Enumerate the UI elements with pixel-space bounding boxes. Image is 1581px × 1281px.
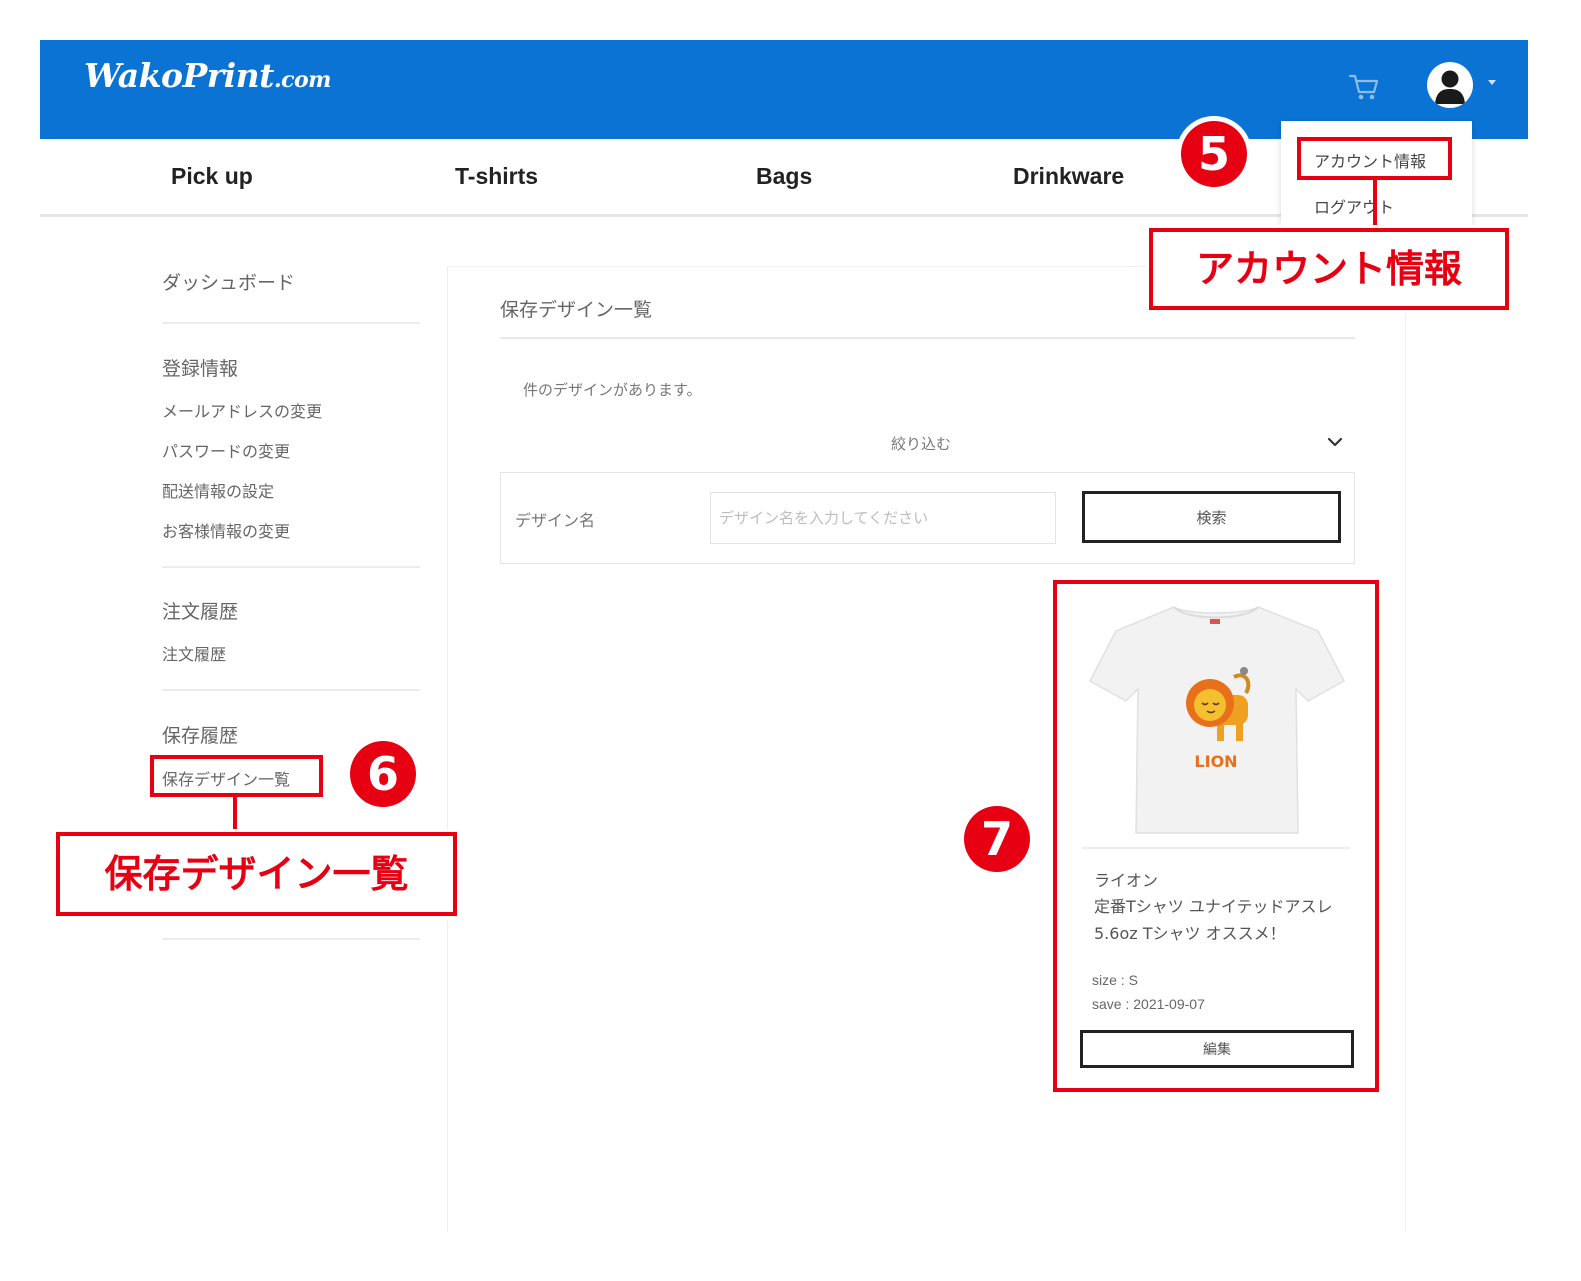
filter-form: デザイン名 検索 (500, 472, 1355, 564)
sidebar-divider (162, 689, 420, 691)
title-divider (500, 337, 1355, 339)
sidebar-item-shipping-settings[interactable]: 配送情報の設定 (162, 478, 274, 502)
sidebar-heading-registration: 登録情報 (162, 358, 239, 380)
step-badge-7: 7 (964, 806, 1030, 872)
sidebar-divider (162, 938, 420, 940)
nav-item-drinkware[interactable]: Drinkware (1013, 163, 1124, 190)
user-avatar-icon[interactable] (1427, 62, 1473, 108)
sidebar-item-password-change[interactable]: パスワードの変更 (162, 438, 290, 462)
sidebar-item-order-history[interactable]: 注文履歴 (162, 641, 226, 665)
sidebar-item-email-change[interactable]: メールアドレスの変更 (162, 398, 322, 422)
search-button[interactable]: 検索 (1082, 491, 1341, 543)
annotation-connector (233, 795, 237, 835)
nav-item-t-shirts[interactable]: T-shirts (455, 163, 538, 190)
logo-text: WakoPrint (84, 56, 274, 95)
chevron-down-icon[interactable] (1488, 80, 1496, 85)
highlight-design-card (1053, 580, 1379, 1092)
step-badge-5: 5 (1181, 121, 1247, 187)
chevron-down-icon[interactable] (1325, 432, 1345, 452)
sidebar-divider (162, 322, 420, 324)
sidebar-item-customer-info[interactable]: お客様情報の変更 (162, 518, 290, 542)
callout-saved-designs: 保存デザイン一覧 (56, 832, 457, 916)
step-badge-6: 6 (350, 741, 416, 807)
page-title: 保存デザイン一覧 (500, 299, 653, 321)
highlight-account-info (1297, 137, 1452, 180)
site-logo[interactable]: WakoPrint.com (84, 56, 331, 95)
sidebar-heading-orders: 注文履歴 (162, 601, 239, 623)
logo-suffix: .com (273, 67, 332, 93)
filter-toggle[interactable]: 絞り込む (891, 433, 951, 454)
design-count-text: 件のデザインがあります。 (523, 381, 702, 399)
cart-icon[interactable] (1347, 70, 1381, 104)
highlight-saved-designs (150, 755, 323, 797)
sidebar-heading-saved: 保存履歴 (162, 725, 239, 747)
design-name-label: デザイン名 (515, 511, 596, 530)
sidebar-item-dashboard[interactable]: ダッシュボード (162, 268, 295, 295)
callout-account-info: アカウント情報 (1149, 228, 1509, 310)
nav-item-bags[interactable]: Bags (756, 163, 812, 190)
sidebar-divider (162, 566, 420, 568)
menu-item-logout[interactable]: ログアウト (1314, 194, 1394, 218)
design-name-input[interactable] (710, 492, 1056, 544)
annotation-connector (1373, 178, 1377, 230)
nav-item-pick-up[interactable]: Pick up (171, 163, 253, 190)
